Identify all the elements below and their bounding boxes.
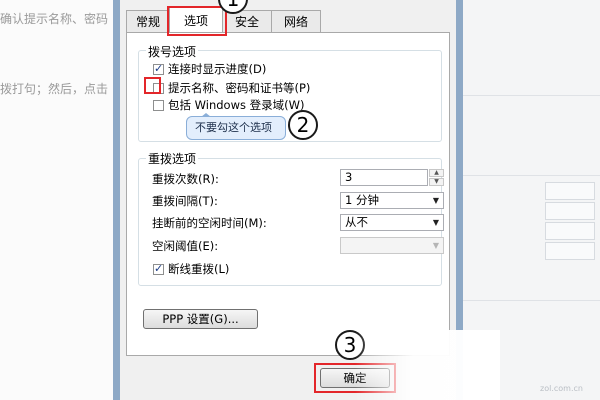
idle-time-value: 从不 (345, 215, 368, 229)
idle-time-label: 挂断前的空闲时间(M): (152, 216, 267, 230)
dialog-frame-left (113, 0, 120, 400)
background-control (545, 222, 595, 240)
include-windows-domain-checkbox[interactable] (153, 100, 164, 111)
redial-interval-select[interactable]: 1 分钟 ▼ (340, 192, 444, 209)
chevron-down-icon: ▼ (432, 196, 440, 205)
show-progress-label: 连接时显示进度(D) (168, 62, 267, 76)
options-tab-highlight (167, 6, 227, 36)
redial-options-title: 重拨选项 (146, 150, 199, 167)
prompt-checkbox-highlight (144, 77, 161, 94)
tip-callout: 不要勾这个选项 (186, 113, 286, 140)
background-control (545, 182, 595, 200)
image-fade (355, 330, 500, 400)
redial-attempts-input[interactable]: 3 (340, 169, 428, 186)
chevron-down-icon: ▼ (432, 218, 440, 227)
step-2-marker: 2 (288, 110, 318, 140)
idle-time-select[interactable]: 从不 ▼ (340, 214, 444, 231)
background-text-line-1: 确认提示名称、密码 (0, 12, 109, 26)
tab-general[interactable]: 常规 (126, 10, 170, 33)
idle-threshold-select: ▼ (340, 237, 444, 254)
dial-options-title: 拨号选项 (146, 43, 199, 60)
background-divider (455, 95, 600, 96)
include-windows-domain-label: 包括 Windows 登录域(W) (168, 98, 305, 112)
tab-network[interactable]: 网络 (271, 10, 321, 33)
redial-on-drop-label: 断线重拨(L) (168, 262, 230, 276)
background-article: 确认提示名称、密码 拨打句；然后，点击 (0, 0, 120, 400)
background-divider (455, 175, 600, 176)
idle-threshold-label: 空闲阈值(E): (152, 239, 219, 253)
background-text-line-2: 拨打句；然后，点击 (0, 82, 109, 96)
redial-attempts-label: 重拨次数(R): (152, 172, 219, 186)
spinner-down-icon[interactable]: ▼ (429, 178, 444, 186)
watermark: zol.com.cn (540, 384, 583, 393)
ppp-settings-button[interactable]: PPP 设置(G)... (143, 309, 258, 329)
redial-interval-label: 重拨间隔(T): (152, 194, 218, 208)
background-control (545, 242, 595, 260)
redial-on-drop-checkbox[interactable] (153, 262, 164, 275)
show-progress-checkbox[interactable] (153, 62, 164, 75)
prompt-credentials-label: 提示名称、密码和证书等(P) (168, 81, 311, 95)
spinner-up-icon[interactable]: ▲ (429, 169, 444, 177)
background-divider (455, 300, 600, 301)
chevron-down-icon: ▼ (432, 241, 440, 250)
redial-interval-value: 1 分钟 (345, 193, 379, 207)
background-control (545, 202, 595, 220)
